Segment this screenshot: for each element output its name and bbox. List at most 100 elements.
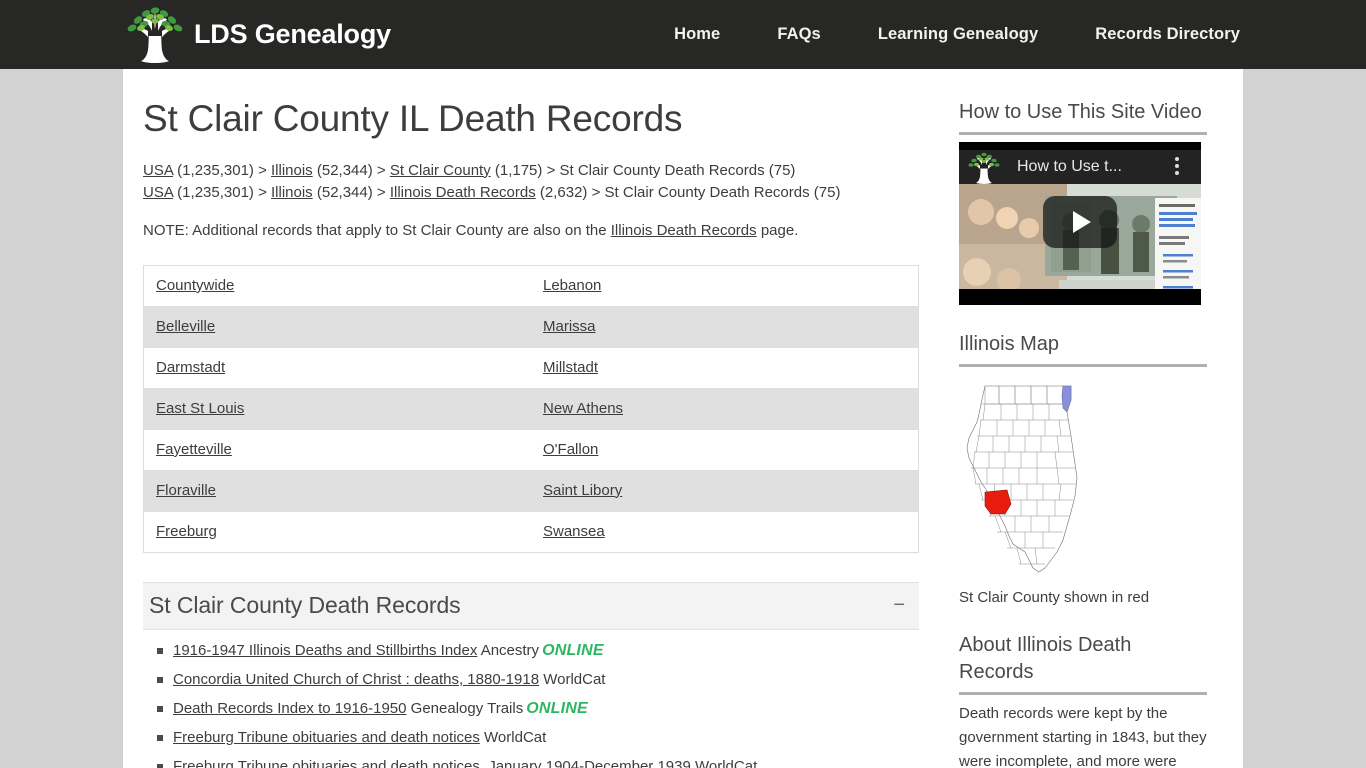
page-title: St Clair County IL Death Records xyxy=(143,98,683,139)
page-body: St Clair County IL Death Records USA (1,… xyxy=(0,69,1366,768)
nav-item-records-directory[interactable]: Records Directory xyxy=(1095,25,1240,44)
breadcrumb: USA (1,235,301) > Illinois (52,344) > St… xyxy=(143,160,919,204)
breadcrumb-part-0-4[interactable]: St Clair County xyxy=(390,162,491,179)
status-badge: ONLINE xyxy=(542,641,604,659)
record-link[interactable]: Death Records Index to 1916-1950 xyxy=(173,700,407,717)
breadcrumb-part-1-4[interactable]: Illinois Death Records xyxy=(390,184,536,201)
about-section-heading: About Illinois Death Records xyxy=(959,632,1207,695)
note-after: page. xyxy=(756,221,799,239)
table-row: Freeburg Swansea xyxy=(143,511,919,553)
video-thumbnail: How to Use t... xyxy=(959,150,1201,289)
table-cell: Saint Libory xyxy=(531,470,919,512)
table-cell: Darmstadt xyxy=(143,347,531,389)
status-badge: ONLINE xyxy=(526,699,588,717)
record-link[interactable]: Freeburg Tribune obituaries and death no… xyxy=(173,729,480,746)
main-content: St Clair County IL Death Records USA (1,… xyxy=(123,69,939,768)
nav-item-home[interactable]: Home xyxy=(674,25,720,44)
breadcrumb-part-0-0[interactable]: USA xyxy=(143,162,173,179)
breadcrumb-part-0-2[interactable]: Illinois xyxy=(271,162,313,179)
record-link[interactable]: 1916-1947 Illinois Deaths and Stillbirth… xyxy=(173,642,477,659)
breadcrumb-row-2: USA (1,235,301) > Illinois (52,344) > Il… xyxy=(143,182,919,204)
st-clair-county-highlight xyxy=(984,489,1012,515)
tree-logo-icon xyxy=(127,6,183,63)
city-link[interactable]: East St Louis xyxy=(156,400,244,417)
video-tree-logo-icon xyxy=(968,152,1000,184)
table-cell: Lebanon xyxy=(531,265,919,307)
illinois-county-map xyxy=(959,374,1207,583)
nav-item-faqs[interactable]: FAQs xyxy=(777,25,821,44)
table-cell: New Athens xyxy=(531,388,919,430)
table-cell: Fayetteville xyxy=(143,429,531,471)
city-link[interactable]: New Athens xyxy=(543,400,623,417)
records-panel-header[interactable]: St Clair County Death Records − xyxy=(143,581,919,630)
city-link[interactable]: Darmstadt xyxy=(156,359,225,376)
record-source: Genealogy Trails xyxy=(406,699,524,717)
main-navigation: Home FAQs Learning Genealogy Records Dir… xyxy=(674,25,1242,44)
city-link[interactable]: Millstadt xyxy=(543,359,598,376)
city-link[interactable]: Floraville xyxy=(156,482,216,499)
breadcrumb-part-1-3: (52,344) > xyxy=(312,183,390,201)
lake-michigan-shape xyxy=(1061,385,1072,413)
city-link[interactable]: Fayetteville xyxy=(156,441,232,458)
video-more-options-icon[interactable] xyxy=(1175,157,1179,178)
city-link[interactable]: Countywide xyxy=(156,277,234,294)
city-link[interactable]: Swansea xyxy=(543,523,605,540)
city-link[interactable]: Saint Libory xyxy=(543,482,622,499)
breadcrumb-part-1-0[interactable]: USA xyxy=(143,184,173,201)
breadcrumb-part-0-5: (1,175) > St Clair County Death Records … xyxy=(490,161,796,179)
video-title: How to Use t... xyxy=(1017,158,1122,175)
note-text: NOTE: Additional records that apply to S… xyxy=(143,220,919,242)
record-link[interactable]: Concordia United Church of Christ : deat… xyxy=(173,671,539,688)
table-cell: O'Fallon xyxy=(531,429,919,471)
table-cell: East St Louis xyxy=(143,388,531,430)
map-caption: St Clair County shown in red xyxy=(959,589,1150,606)
list-item: Freeburg Tribune obituaries and death no… xyxy=(157,752,919,768)
city-link[interactable]: Belleville xyxy=(156,318,215,335)
play-icon[interactable] xyxy=(1043,196,1117,249)
site-logo[interactable]: LDS Genealogy xyxy=(124,6,391,63)
note-before: NOTE: Additional records that apply to S… xyxy=(143,221,611,239)
city-link[interactable]: Freeburg xyxy=(156,523,217,540)
city-link[interactable]: Lebanon xyxy=(543,277,601,294)
breadcrumb-part-0-1: (1,235,301) > xyxy=(173,161,271,179)
table-cell: Marissa xyxy=(531,306,919,348)
breadcrumb-part-1-5: (2,632) > St Clair County Death Records … xyxy=(535,183,841,201)
city-link[interactable]: Marissa xyxy=(543,318,596,335)
note-link-illinois-death-records[interactable]: Illinois Death Records xyxy=(611,222,757,239)
nav-item-learning-genealogy[interactable]: Learning Genealogy xyxy=(878,25,1038,44)
breadcrumb-part-0-3: (52,344) > xyxy=(312,161,390,179)
breadcrumb-row-1: USA (1,235,301) > Illinois (52,344) > St… xyxy=(143,160,919,182)
table-cell: Floraville xyxy=(143,470,531,512)
video-player[interactable]: How to Use t... xyxy=(959,142,1201,305)
about-section-body: Death records were kept by the governmen… xyxy=(959,705,1207,768)
illinois-map-icon xyxy=(966,385,1078,573)
city-link[interactable]: O'Fallon xyxy=(543,441,598,458)
table-row: Darmstadt Millstadt xyxy=(143,347,919,389)
brand-name: LDS Genealogy xyxy=(194,19,391,49)
record-link[interactable]: Freeburg Tribune obituaries and death no… xyxy=(173,758,691,768)
list-item: Death Records Index to 1916-1950 Genealo… xyxy=(157,694,919,723)
map-section: Illinois Map St Clair County shown in re… xyxy=(959,331,1207,606)
breadcrumb-part-1-1: (1,235,301) > xyxy=(173,183,271,201)
video-title-bar: How to Use t... xyxy=(959,150,1201,184)
breadcrumb-part-1-2[interactable]: Illinois xyxy=(271,184,313,201)
table-row: East St Louis New Athens xyxy=(143,388,919,430)
about-section: About Illinois Death Records Death recor… xyxy=(959,632,1207,768)
table-cell: Freeburg xyxy=(144,511,532,552)
records-panel-title: St Clair County Death Records xyxy=(149,591,461,618)
play-triangle-icon xyxy=(1073,211,1091,234)
sidebar: How to Use This Site Video How to Use t.… xyxy=(939,69,1243,768)
record-source: Ancestry xyxy=(477,641,540,659)
list-item: Freeburg Tribune obituaries and death no… xyxy=(157,723,919,752)
site-header: LDS Genealogy Home FAQs Learning Genealo… xyxy=(0,0,1366,69)
table-row: Floraville Saint Libory xyxy=(143,470,919,512)
content-sheet: St Clair County IL Death Records USA (1,… xyxy=(123,69,1243,768)
record-source: WorldCat xyxy=(479,728,547,746)
video-section-heading: How to Use This Site Video xyxy=(959,99,1207,135)
table-row: Belleville Marissa xyxy=(143,306,919,348)
record-source: WorldCat xyxy=(690,757,758,768)
list-item: Concordia United Church of Christ : deat… xyxy=(157,665,919,694)
city-links-table: Countywide Lebanon Belleville Marissa Darmst… xyxy=(143,264,919,553)
table-cell: Countywide xyxy=(143,265,531,307)
collapse-minus-icon[interactable]: − xyxy=(893,595,907,615)
